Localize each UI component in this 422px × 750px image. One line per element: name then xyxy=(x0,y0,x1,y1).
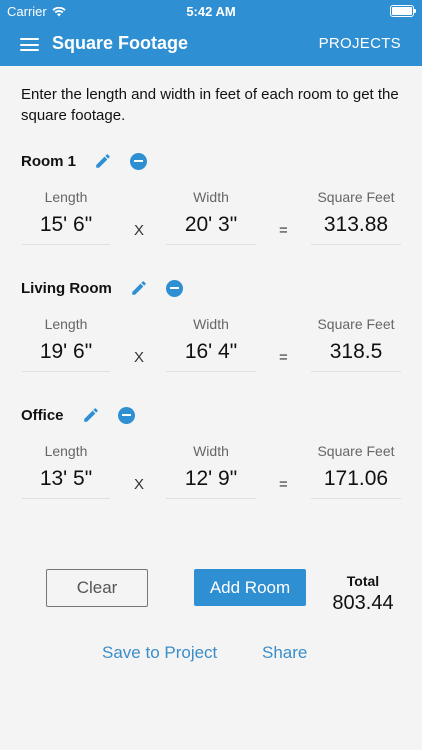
width-input[interactable]: 20' 3" xyxy=(166,210,256,245)
room-header: Living Room xyxy=(21,277,183,299)
length-input[interactable]: 15' 6" xyxy=(22,210,110,245)
length-label: Length xyxy=(44,189,88,205)
room-card: Living Room Length Width Square Feet 19'… xyxy=(0,277,422,397)
total-value: 803.44 xyxy=(332,592,394,614)
room-card: Room 1 Length Width Square Feet 15' 6" X… xyxy=(0,150,422,270)
length-input[interactable]: 19' 6" xyxy=(22,337,110,372)
equals-sign: = xyxy=(279,222,288,239)
pencil-icon[interactable] xyxy=(82,406,100,424)
room-card: Office Length Width Square Feet 13' 5" X… xyxy=(0,404,422,524)
nav-bar: Square Footage PROJECTS xyxy=(0,22,422,66)
square-feet-label: Square Feet xyxy=(317,443,395,459)
pencil-icon[interactable] xyxy=(94,152,112,170)
room-name: Office xyxy=(21,406,64,424)
room-header: Room 1 xyxy=(21,150,148,172)
page-title: Square Footage xyxy=(52,33,189,53)
length-input[interactable]: 13' 5" xyxy=(22,464,110,499)
save-to-project-link[interactable]: Save to Project xyxy=(102,643,217,663)
instructions-text: Enter the length and width in feet of ea… xyxy=(21,86,399,124)
square-feet-value: 171.06 xyxy=(311,464,401,499)
battery-icon xyxy=(390,5,416,17)
room-name: Living Room xyxy=(21,279,112,297)
room-header: Office xyxy=(21,404,135,426)
length-label: Length xyxy=(44,316,88,332)
room-name: Room 1 xyxy=(21,152,77,170)
square-feet-label: Square Feet xyxy=(317,189,395,205)
remove-room-icon[interactable] xyxy=(130,152,148,170)
width-label: Width xyxy=(193,316,229,332)
remove-room-icon[interactable] xyxy=(117,406,135,424)
equals-sign: = xyxy=(279,476,288,493)
pencil-icon[interactable] xyxy=(130,279,148,297)
width-input[interactable]: 12' 9" xyxy=(166,464,256,499)
width-input[interactable]: 16' 4" xyxy=(166,337,256,372)
total-label: Total xyxy=(346,573,380,589)
square-feet-value: 313.88 xyxy=(311,210,401,245)
status-time: 5:42 AM xyxy=(186,4,236,19)
square-feet-label: Square Feet xyxy=(317,316,395,332)
status-bar: Carrier 5:42 AM xyxy=(0,0,422,22)
share-link[interactable]: Share xyxy=(262,643,307,663)
remove-room-icon[interactable] xyxy=(165,279,183,297)
times-sign: X xyxy=(134,349,145,366)
equals-sign: = xyxy=(279,349,288,366)
times-sign: X xyxy=(134,222,145,239)
clear-button[interactable]: Clear xyxy=(46,569,148,607)
square-feet-value: 318.5 xyxy=(311,337,401,372)
add-room-button[interactable]: Add Room xyxy=(194,569,306,606)
length-label: Length xyxy=(44,443,88,459)
projects-button[interactable]: PROJECTS xyxy=(319,35,401,52)
width-label: Width xyxy=(193,189,229,205)
width-label: Width xyxy=(193,443,229,459)
menu-icon[interactable] xyxy=(20,38,39,51)
times-sign: X xyxy=(134,476,145,493)
